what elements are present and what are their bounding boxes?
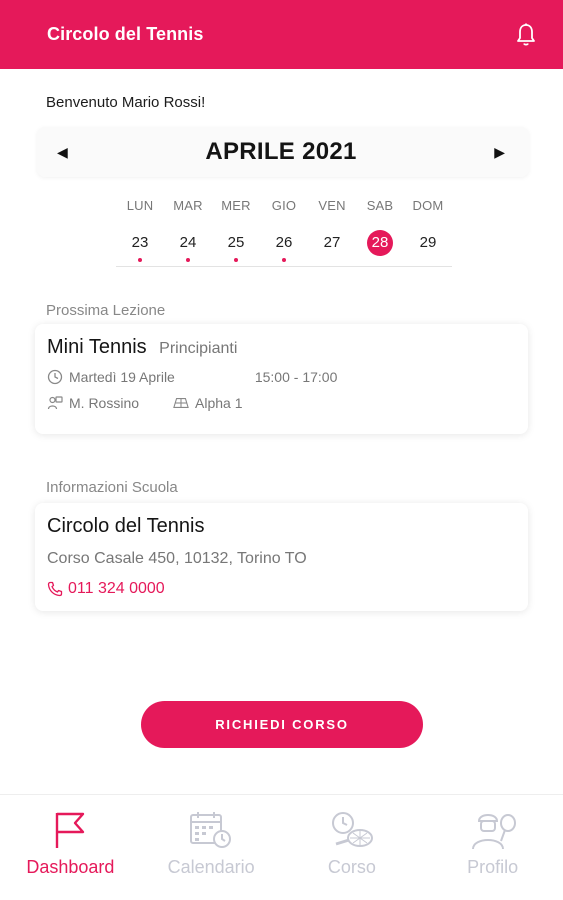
phone-icon (47, 581, 63, 597)
calendar-header: ◀ APRILE 2021 ▶ (37, 127, 529, 177)
weekday-names-row: LUN MAR MER GIO VEN SAB DOM (116, 196, 452, 216)
week-divider (116, 266, 452, 267)
weekday-name: MER (221, 198, 251, 213)
weekday-name: GIO (271, 198, 297, 213)
day-24[interactable]: 24 (175, 230, 201, 262)
day-23[interactable]: 23 (127, 230, 153, 262)
lesson-dot (186, 258, 190, 262)
school-phone-link[interactable]: 011 324 0000 (47, 580, 516, 598)
lesson-dot (234, 258, 238, 262)
bell-icon[interactable] (515, 22, 537, 48)
school-name: Circolo del Tennis (47, 515, 205, 537)
month-title: APRILE 2021 (205, 138, 357, 165)
next-lesson-label: Prossima Lezione (46, 302, 166, 319)
instructor-icon (47, 395, 63, 411)
course-clock-racket-icon (328, 807, 376, 853)
lesson-time: 15:00 - 17:00 (254, 369, 338, 385)
lesson-details: M. Rossino Alpha 1 (47, 395, 516, 411)
weekday-name: MAR (173, 198, 203, 213)
day-number: 26 (275, 234, 293, 251)
school-info-card: Circolo del Tennis Corso Casale 450, 101… (35, 503, 528, 611)
school-phone: 011 324 0000 (68, 580, 165, 597)
day-number: 23 (131, 234, 149, 251)
tab-corso-label: Corso (327, 857, 376, 877)
tab-calendario-label: Calendario (167, 857, 255, 877)
lesson-dot (138, 258, 142, 262)
lesson-dot (282, 258, 286, 262)
weekday-name: SAB (366, 198, 394, 213)
day-number: 28 (371, 234, 389, 251)
weekday-name: LUN (126, 198, 154, 213)
weekday-name: DOM (412, 198, 444, 213)
day-number: 24 (179, 234, 197, 251)
court-icon (173, 395, 189, 411)
day-28-selected[interactable]: 28 (367, 230, 393, 256)
week-strip: LUN MAR MER GIO VEN SAB DOM 23 24 25 26 … (116, 196, 452, 267)
tab-dashboard-label: Dashboard (26, 857, 115, 877)
lesson-title: Mini Tennis (47, 336, 147, 358)
bottom-navigation: Dashboard Calendario Corso Profilo (0, 794, 563, 900)
clock-icon (47, 369, 63, 385)
school-address: Corso Casale 450, 10132, Torino TO (47, 550, 307, 567)
day-25[interactable]: 25 (223, 230, 249, 262)
welcome-text: Benvenuto Mario Rossi! (46, 94, 206, 111)
prev-month-button[interactable]: ◀ (57, 144, 68, 161)
app-title: Circolo del Tennis (47, 24, 204, 44)
next-lesson-card[interactable]: Mini Tennis Principianti Martedì 19 Apri… (35, 324, 528, 434)
lesson-level: Principianti (159, 340, 238, 357)
player-profile-icon (469, 807, 517, 853)
app-bar: Circolo del Tennis (0, 0, 563, 69)
lesson-schedule: Martedì 19 Aprile 15:00 - 17:00 (47, 369, 516, 385)
tab-profilo[interactable]: Profilo (422, 795, 563, 900)
lesson-instructor: M. Rossino (69, 395, 140, 411)
weekday-name: VEN (318, 198, 346, 213)
next-month-button[interactable]: ▶ (494, 144, 505, 161)
day-number: 25 (227, 234, 245, 251)
lesson-date: Martedì 19 Aprile (69, 369, 175, 385)
tab-profilo-label: Profilo (467, 857, 519, 877)
day-number: 27 (323, 234, 341, 251)
day-number: 29 (419, 234, 437, 251)
flag-icon (53, 807, 87, 853)
day-26[interactable]: 26 (271, 230, 297, 262)
tab-dashboard[interactable]: Dashboard (0, 795, 141, 900)
tab-corso[interactable]: Corso (282, 795, 423, 900)
lesson-court: Alpha 1 (195, 395, 243, 411)
school-info-label: Informazioni Scuola (46, 479, 178, 496)
tab-calendario[interactable]: Calendario (141, 795, 282, 900)
day-numbers-row: 23 24 25 26 27 28 29 (116, 230, 452, 266)
request-course-button[interactable]: RICHIEDI CORSO (141, 701, 423, 748)
day-27[interactable]: 27 (319, 230, 345, 256)
calendar-icon (189, 807, 233, 853)
day-29[interactable]: 29 (415, 230, 441, 256)
